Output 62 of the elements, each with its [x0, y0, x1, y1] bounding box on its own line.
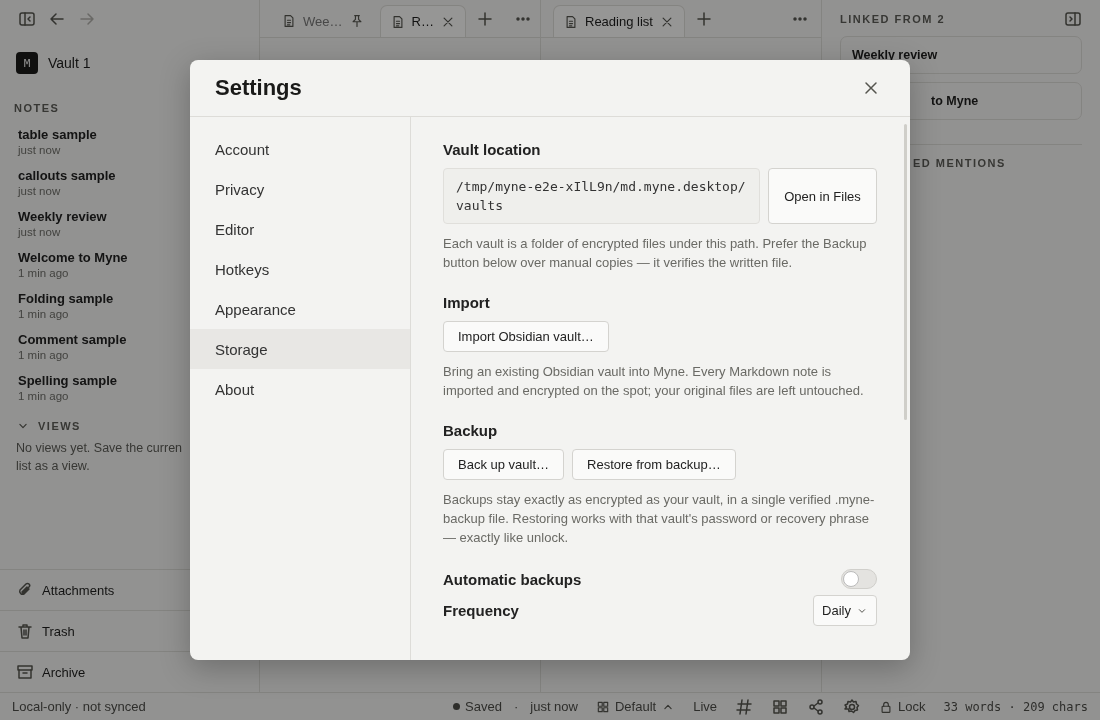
action-button[interactable]: Restore from backup… [572, 449, 736, 480]
tab[interactable]: Wee… [272, 5, 374, 37]
toggle-switch[interactable] [841, 569, 877, 589]
settings-nav-item[interactable]: Appearance [190, 289, 410, 329]
lock-icon [879, 699, 894, 714]
help-text: Each vault is a folder of encrypted files under this path. Prefer the Backup button below over manual copies — it verifies the written file. [443, 235, 868, 272]
settings-nav-item[interactable]: Editor [190, 209, 410, 249]
path-field[interactable]: /tmp/myne-e2e-xIlL9n/md.myne.desktop/vaults [443, 168, 760, 224]
settings-icon[interactable] [843, 697, 862, 716]
tab[interactable]: R… [379, 5, 466, 37]
grid-icon [595, 699, 610, 714]
settings-nav-item[interactable]: Account [190, 129, 410, 169]
separator-dot: · [513, 699, 519, 714]
archive-box-icon[interactable] [16, 663, 34, 681]
settings-nav-item[interactable]: Storage [190, 329, 410, 369]
help-text: Bring an existing Obsidian vault into Myne. Every Markdown note is imported and encrypted on the spot; your original files are left untouched. [443, 363, 865, 400]
sidebar-toggle-icon[interactable] [18, 10, 36, 28]
save-status: Saved [465, 699, 502, 714]
mode-button[interactable]: Live [693, 699, 718, 714]
settings-nav-item[interactable]: About [190, 369, 410, 409]
close-icon[interactable] [862, 79, 880, 97]
new-tab-icon[interactable] [475, 9, 494, 28]
section-heading: ED MENTIONS [912, 157, 1007, 169]
sync-status: Local-only · not synced [11, 699, 147, 714]
sidebar-link[interactable]: Archive [42, 664, 86, 680]
section-heading: LINKED FROM 2 [840, 13, 946, 25]
grid-icon[interactable] [771, 697, 790, 716]
saved-dot [453, 703, 461, 710]
empty-views-text: No views yet. Save the curren list as a view. [15, 440, 184, 475]
back-arrow-icon[interactable] [48, 10, 66, 28]
hash-icon[interactable] [735, 697, 754, 716]
document-icon [564, 14, 578, 29]
new-tab-icon[interactable] [694, 9, 713, 28]
trash-icon[interactable] [16, 622, 34, 640]
tab[interactable]: Reading list [553, 5, 685, 37]
scrollbar[interactable] [904, 124, 907, 420]
help-text: Backups stay exactly as encrypted as your vault, in a single verified .myne-backup file. Restoring works with that vault's password or recovery phrase — exactly like unlock. [443, 491, 876, 547]
dialog-title: Settings [215, 75, 302, 101]
document-icon [282, 14, 296, 28]
frequency-dropdown[interactable]: Daily [813, 595, 877, 626]
open-files-button[interactable]: Open in Files [768, 168, 877, 224]
action-button[interactable]: Back up vault… [443, 449, 565, 480]
setting-label: Frequency [443, 602, 519, 619]
document-icon [390, 14, 405, 29]
word-count: 33 words · 209 chars [943, 699, 1088, 714]
saved-time: just now [530, 699, 578, 714]
settings-nav-item[interactable]: Privacy [190, 169, 410, 209]
panel-toggle-icon[interactable] [1064, 10, 1082, 28]
settings-nav-item[interactable]: Hotkeys [190, 249, 410, 289]
vault-name[interactable]: Vault 1 [48, 55, 91, 71]
setting-label: Automatic backups [443, 570, 582, 588]
section-label: Vault location [443, 141, 542, 158]
action-button[interactable]: Import Obsidian vault… [443, 321, 609, 352]
sidebar-link[interactable]: Attachments [42, 582, 115, 598]
share-icon[interactable] [807, 697, 826, 716]
lock-button[interactable]: Lock [879, 699, 926, 714]
layout-button[interactable]: Default [595, 699, 676, 714]
sidebar-link[interactable]: Trash [42, 623, 75, 639]
section-label: Import [443, 294, 491, 311]
section-heading: VIEWS [38, 420, 81, 432]
section-label: Backup [443, 422, 499, 439]
vault-logo: M [16, 52, 38, 74]
